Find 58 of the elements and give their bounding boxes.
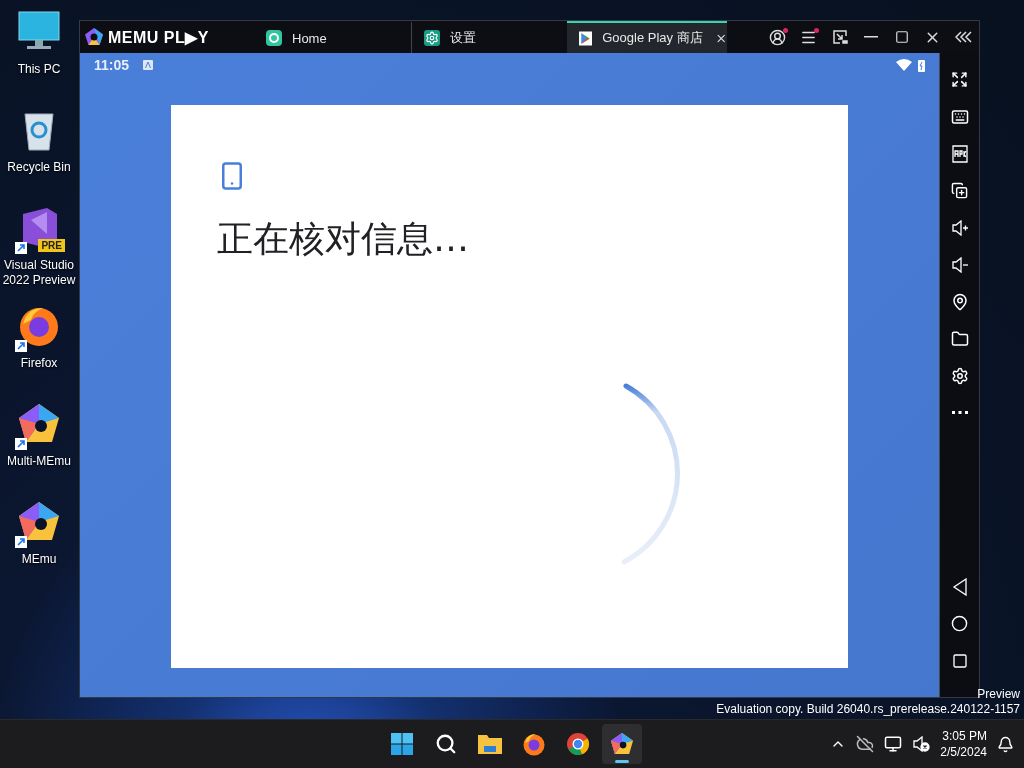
dialog-title: 正在核对信息… <box>217 217 470 261</box>
watermark-text: Preview <box>977 687 1020 702</box>
apk-file-icon <box>951 144 968 163</box>
screen-arrow-icon <box>831 29 848 45</box>
shortcut-arrow-icon <box>15 438 27 450</box>
play-store-icon <box>579 29 593 47</box>
tab[interactable]: Google Play 商店 <box>567 21 727 53</box>
add-window-icon <box>951 182 968 199</box>
keyboard-icon <box>950 107 969 126</box>
volume-down-icon <box>950 256 969 273</box>
notification-dot <box>814 28 819 33</box>
clock: 11:05 <box>94 57 130 73</box>
notification-dot <box>783 28 788 33</box>
settings-icon <box>950 366 969 385</box>
account-icon <box>769 28 786 46</box>
shortcut-arrow-icon <box>15 340 27 352</box>
fullscreen-icon <box>951 71 968 88</box>
tab[interactable]: 设置 <box>412 21 567 53</box>
notification-icon <box>143 60 154 70</box>
volume-muted-icon[interactable] <box>912 736 931 752</box>
desktop-icon-label[interactable]: Recycle Bin <box>7 160 71 175</box>
wifi-icon <box>896 59 912 71</box>
more-icon <box>951 411 968 414</box>
firefox-icon <box>522 732 546 756</box>
settings-app-icon <box>424 30 440 46</box>
taskbar-app[interactable] <box>602 724 642 764</box>
notifications-icon[interactable] <box>997 735 1014 753</box>
triple-chevron-left-icon <box>954 31 973 43</box>
desktop-icon-label[interactable]: MEmu <box>21 552 57 567</box>
network-icon[interactable] <box>884 735 903 753</box>
clock[interactable]: 3:05 PM 2/5/2024 <box>940 728 987 760</box>
cloud-off-icon[interactable] <box>856 735 875 753</box>
battery-icon <box>918 58 925 72</box>
start-icon <box>390 732 414 756</box>
memu-icon <box>609 731 635 757</box>
desktop-icon-label[interactable]: Visual Studio 2022 Preview <box>0 258 78 288</box>
home-app-icon <box>266 30 282 46</box>
recents-square-icon <box>951 652 968 669</box>
home-circle-icon <box>951 615 968 632</box>
search-icon <box>435 733 457 755</box>
badge: PRE <box>38 239 65 252</box>
shortcut-arrow-icon <box>15 242 27 254</box>
volume-up-icon <box>950 219 969 236</box>
location-pin-icon <box>950 292 969 311</box>
desktop-icon-label[interactable]: Multi-MEmu <box>7 454 71 469</box>
chrome-icon <box>566 732 590 756</box>
shortcut-arrow-icon <box>15 536 27 548</box>
folder-icon <box>950 329 969 348</box>
folder-icon <box>477 733 503 755</box>
back-triangle-icon <box>951 577 968 596</box>
minimize-icon <box>863 36 878 38</box>
desktop-icon-label[interactable]: Firefox <box>20 356 58 371</box>
maximize-icon <box>894 30 909 44</box>
watermark-text: Evaluation copy. Build 26040.rs_prerelease.240122-1157 <box>716 702 1020 717</box>
logo-text: MEMU PL▶Y <box>108 27 209 47</box>
logo-icon <box>84 27 104 47</box>
active-indicator <box>615 760 629 763</box>
desktop-icon-label[interactable]: This PC <box>17 62 61 77</box>
